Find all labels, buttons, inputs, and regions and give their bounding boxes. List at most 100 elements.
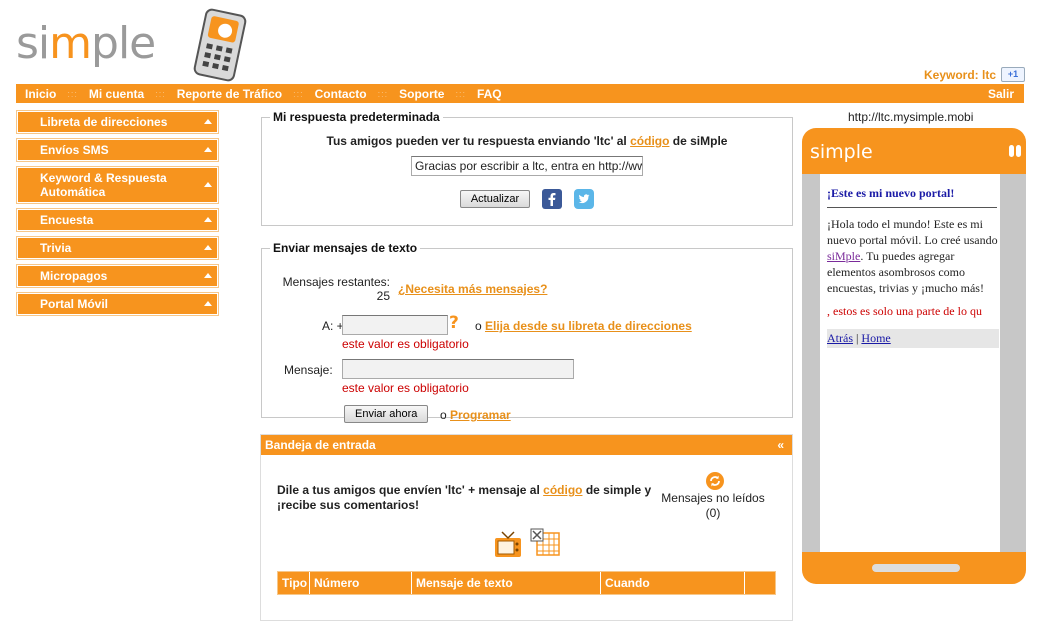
logo-text-b: ple — [91, 18, 156, 69]
sidebar-item-label: Envíos SMS — [40, 143, 109, 157]
inbox-text: de simple y — [585, 483, 652, 497]
collapse-arrow-icon — [204, 119, 212, 124]
svg-text:?: ? — [449, 313, 459, 331]
sidebar-item-label: Micropagos — [40, 269, 108, 283]
phone-speaker-icon — [1009, 145, 1021, 157]
inbox-title: Bandeja de entrada — [265, 438, 376, 452]
sidebar-item-trivia[interactable]: Trivia — [16, 236, 219, 260]
sidebar-item-encuesta[interactable]: Encuesta — [16, 208, 219, 232]
collapse-arrow-icon — [204, 217, 212, 222]
portal-url[interactable]: http://ltc.mysimple.mobi — [848, 110, 973, 124]
sidebar-item-label: Encuesta — [40, 213, 94, 227]
spreadsheet-icon[interactable] — [529, 527, 561, 559]
phone-logo-icon — [193, 8, 247, 82]
codigo-link[interactable]: código — [630, 134, 669, 148]
logo-wordmark: simple — [16, 18, 156, 69]
phone-logo: simple — [810, 141, 873, 163]
nav-separator: ::: — [67, 88, 78, 99]
sidebar-item-label: Portal Móvil — [40, 297, 109, 311]
nav-separator: ::: — [377, 88, 389, 99]
remaining-box: Mensajes restantes: 25 — [278, 275, 390, 303]
default-reply-description: Tus amigos pueden ver tu respuesta envia… — [262, 134, 792, 148]
collapse-arrow-icon — [204, 273, 212, 278]
nav-mi-cuenta[interactable]: Mi cuenta — [89, 87, 144, 101]
sidebar: Libreta de direcciones Envíos SMS Keywor… — [16, 110, 219, 320]
default-reply-input[interactable]: Gracias por escribir a ltc, entra en htt… — [411, 156, 643, 176]
sidebar-item-keyword[interactable]: Keyword & Respuesta Automática — [16, 166, 219, 204]
sidebar-item-envios-sms[interactable]: Envíos SMS — [16, 138, 219, 162]
nav-separator: ::: — [293, 88, 304, 99]
home-link[interactable]: Home — [861, 331, 890, 345]
facebook-icon[interactable] — [542, 189, 563, 209]
nav-reporte[interactable]: Reporte de Tráfico — [177, 87, 282, 101]
twitter-icon[interactable] — [574, 189, 595, 209]
column-header[interactable]: Tipo — [278, 572, 310, 594]
inbox-header: Bandeja de entrada « — [261, 435, 792, 455]
codigo-link[interactable]: código — [543, 483, 582, 497]
sidebar-item-label: Libreta de direcciones — [40, 115, 168, 129]
column-header[interactable]: Número — [310, 572, 412, 594]
help-question-icon[interactable]: ? — [448, 313, 462, 331]
refresh-icon[interactable] — [705, 471, 725, 491]
message-input[interactable] — [342, 359, 574, 379]
phone-bezel-left — [802, 174, 820, 552]
update-button[interactable]: Actualizar — [459, 190, 531, 208]
portal-ticker: , estos es solo una parte de lo qu — [827, 304, 982, 318]
tv-icon[interactable] — [493, 529, 523, 559]
portal-footer-nav: Atrás | Home — [827, 329, 999, 348]
required-error: este valor es obligatorio — [342, 381, 469, 395]
inbox-instructions: Dile a tus amigos que envíen 'ltc' + men… — [277, 483, 651, 513]
portal-body-text: ¡Hola todo el mundo! Este es mi nuevo po… — [827, 217, 998, 247]
sidebar-item-libreta[interactable]: Libreta de direcciones — [16, 110, 219, 134]
simple-link[interactable]: siMple — [827, 249, 860, 263]
unread-count: (0) — [705, 506, 721, 520]
collapse-arrow-icon — [204, 147, 212, 152]
message-label: Mensaje: — [284, 363, 333, 377]
nav-separator: ::: — [455, 88, 466, 99]
sidebar-item-micropagos[interactable]: Micropagos — [16, 264, 219, 288]
sidebar-item-label: Trivia — [40, 241, 72, 255]
unread-box: Mensajes no leídos (0) — [657, 491, 769, 521]
portal-nav-divider: | — [856, 331, 859, 345]
simple-logo[interactable]: simple — [16, 8, 251, 84]
to-label: A: + — [322, 319, 344, 333]
nav-contacto[interactable]: Contacto — [315, 87, 367, 101]
need-more-messages-link[interactable]: ¿Necesita más mensajes? — [398, 282, 547, 296]
send-sms-panel: Enviar mensajes de texto Mensajes restan… — [261, 241, 793, 423]
inbox-table-header: Tipo Número Mensaje de texto Cuando — [277, 571, 776, 595]
column-header[interactable]: Mensaje de texto — [412, 572, 601, 594]
default-reply-panel: Mi respuesta predeterminada Tus amigos p… — [261, 110, 793, 226]
desc-text: de siMple — [672, 134, 728, 148]
portal-title: ¡Este es mi nuevo portal! — [827, 186, 997, 208]
or-text: o — [475, 319, 482, 333]
send-sms-legend: Enviar mensajes de texto — [273, 241, 418, 255]
nav-separator: ::: — [155, 88, 166, 99]
google-plus-button[interactable]: +1 — [1001, 67, 1025, 82]
column-header[interactable]: Cuando — [601, 572, 745, 594]
phone-number-input[interactable] — [342, 315, 448, 335]
required-error: este valor es obligatorio — [342, 337, 469, 351]
collapse-arrow-icon — [204, 301, 212, 306]
logo-text-m: m — [49, 18, 92, 69]
remaining-value: 25 — [376, 289, 390, 303]
phone-screen: ¡Este es mi nuevo portal! ¡Hola todo el … — [820, 174, 1000, 552]
unread-label: Mensajes no leídos — [661, 491, 765, 505]
logout-link[interactable]: Salir — [988, 87, 1014, 101]
keyword-label: Keyword: ltc — [923, 68, 996, 82]
schedule-link[interactable]: Programar — [450, 408, 511, 422]
desc-text: Tus amigos pueden ver tu respuesta envia… — [326, 134, 627, 148]
sidebar-item-label: Keyword & Respuesta Automática — [40, 171, 167, 199]
remaining-label: Mensajes restantes: — [282, 275, 390, 289]
inbox-panel: Bandeja de entrada « Dile a tus amigos q… — [260, 434, 793, 621]
collapse-arrow-icon — [204, 182, 212, 187]
choose-from-addressbook-link[interactable]: Elija desde su libreta de direcciones — [485, 319, 692, 333]
collapse-chevron-icon[interactable]: « — [777, 435, 784, 455]
nav-soporte[interactable]: Soporte — [399, 87, 444, 101]
sidebar-item-portal-movil[interactable]: Portal Móvil — [16, 292, 219, 316]
collapse-arrow-icon — [204, 245, 212, 250]
send-now-button[interactable]: Enviar ahora — [344, 405, 429, 423]
nav-faq[interactable]: FAQ — [477, 87, 502, 101]
nav-inicio[interactable]: Inicio — [25, 87, 56, 101]
top-nav: Inicio ::: Mi cuenta ::: Reporte de Tráf… — [16, 84, 1024, 103]
back-link[interactable]: Atrás — [827, 331, 853, 345]
